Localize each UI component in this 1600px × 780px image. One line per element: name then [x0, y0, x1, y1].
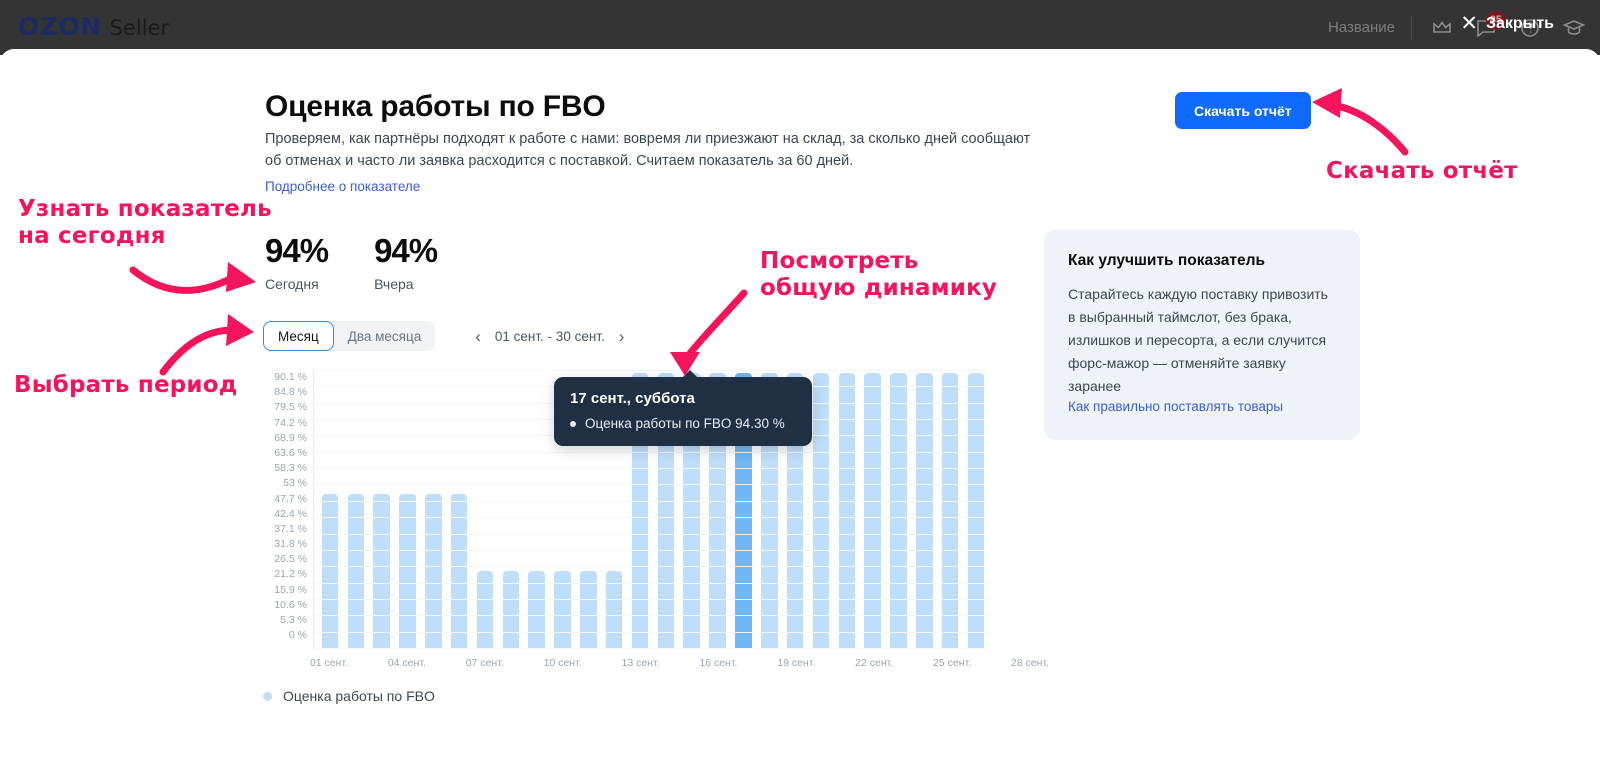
annotation-period: Выбрать период — [14, 372, 238, 399]
arrow-to-period — [159, 326, 237, 376]
arrow-to-download — [1329, 101, 1409, 156]
arrow-to-chart — [684, 289, 748, 360]
arrowhead-download — [1312, 88, 1342, 118]
annotation-period-text: Выбрать период — [14, 372, 238, 398]
annotation-download: Скачать отчёт — [1326, 158, 1518, 185]
close-icon: ✕ — [1460, 12, 1478, 35]
annotation-today-text: Узнать показатель на сегодня — [18, 196, 272, 250]
close-button[interactable]: ✕ Закрыть — [1460, 13, 1554, 34]
close-button-label: Закрыть — [1485, 14, 1554, 32]
annotation-arrows — [129, 88, 1409, 376]
annotation-dynamics-text: Посмотреть общую динамику — [760, 248, 998, 302]
arrowhead-period — [226, 314, 254, 346]
arrow-to-today — [129, 266, 236, 294]
annotation-download-text: Скачать отчёт — [1326, 158, 1518, 184]
arrowhead-chart — [670, 352, 700, 376]
annotation-today: Узнать показатель на сегодня — [18, 196, 272, 250]
arrowhead-today — [226, 262, 256, 292]
annotation-dynamics: Посмотреть общую динамику — [760, 248, 997, 302]
